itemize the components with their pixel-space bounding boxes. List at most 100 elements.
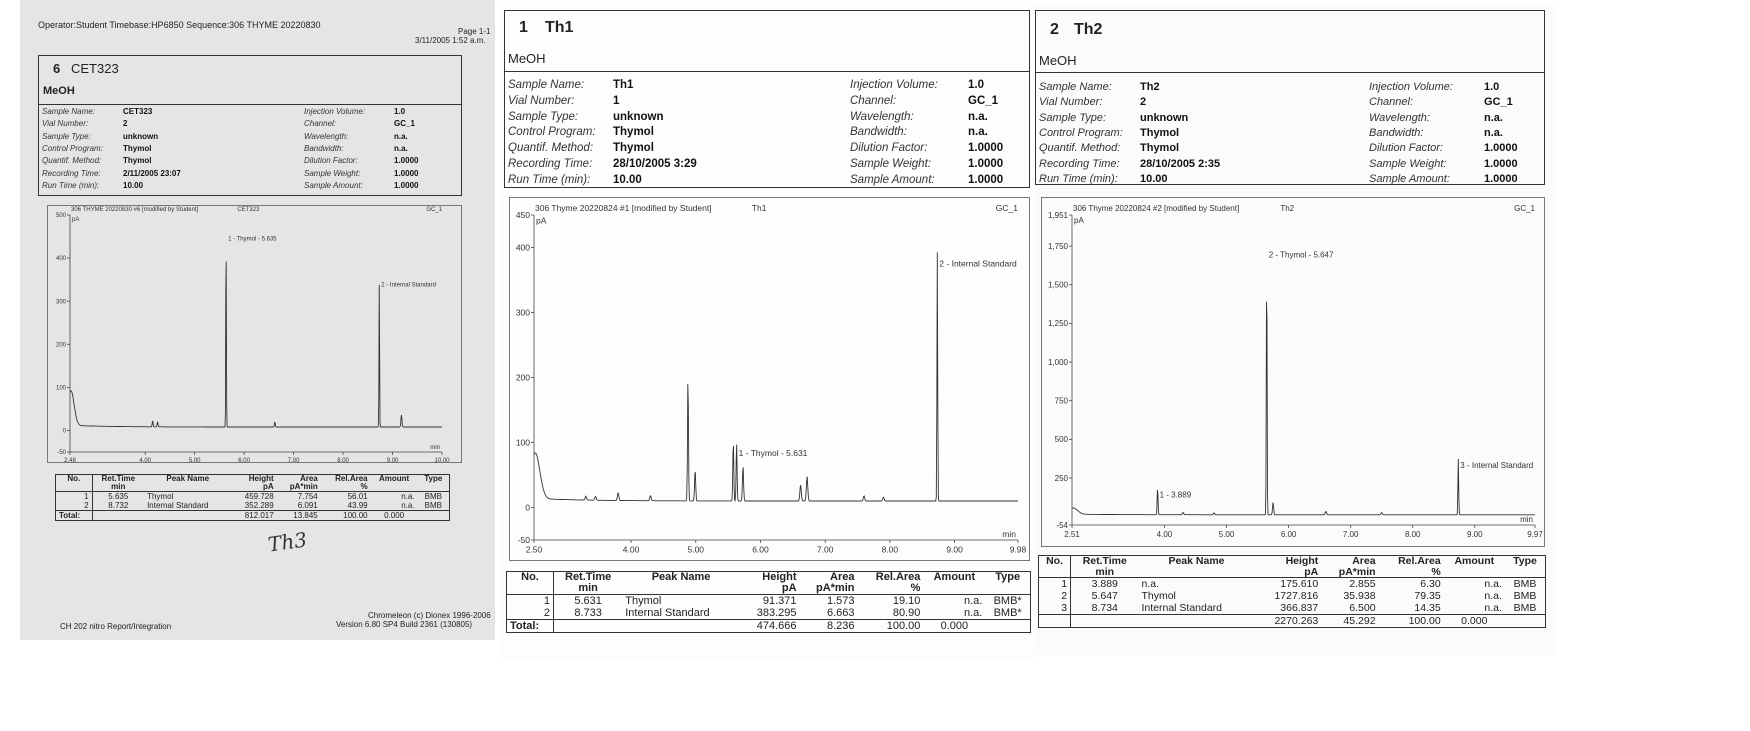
peak-label: 2 - Internal Standard xyxy=(381,283,436,289)
table-cell: 19.10 xyxy=(857,594,924,607)
x-tick-label: 7.00 xyxy=(1343,530,1359,539)
footer-version: Version 6.80 SP4 Build 2361 (130805) xyxy=(336,620,473,629)
y-tick-label: 500 xyxy=(56,213,67,219)
x-tick-label: 9.00 xyxy=(946,545,963,555)
x-unit-label: min xyxy=(430,445,440,451)
table-cell: 35.938 xyxy=(1343,590,1376,602)
y-unit-label: pA xyxy=(72,217,79,223)
table-cell: 1 xyxy=(506,594,555,607)
report-page-th1: 1 Th1 MeOH Sample Name: Th1 Vial Number: 1 S… xyxy=(500,5,1038,660)
table-cell: n.a. xyxy=(1138,577,1255,590)
table-cell: BMB xyxy=(424,501,442,510)
table-total-cell xyxy=(553,619,623,633)
table-cell: 1727.816 xyxy=(1274,590,1319,602)
x-tick-label: 5.00 xyxy=(189,458,201,464)
table-row: 2 8.732 Internal Standard 352.289 6.091 43.99… xyxy=(55,501,450,511)
column-header: Area pA*min xyxy=(1338,555,1376,578)
x-unit-label: min xyxy=(1002,529,1016,539)
y-tick-label: 400 xyxy=(516,242,530,252)
column-header: Peak Name xyxy=(166,474,210,483)
column-header: Type xyxy=(995,571,1021,583)
table-row: 2 8.733 Internal Standard 383.295 6.663 80.90… xyxy=(506,607,1031,620)
signal-trace xyxy=(1071,301,1535,516)
column-header: No. xyxy=(506,571,555,595)
table-total-cell xyxy=(144,510,232,521)
table-cell: 383.295 xyxy=(756,607,797,619)
table-cell: 5.647 xyxy=(1091,590,1118,602)
table-total-cell: 474.666 xyxy=(739,619,800,633)
y-tick-label: -50 xyxy=(57,450,66,456)
results-table: No. Ret.Time min Peak Name Height pA Area pA… xyxy=(506,571,1031,633)
x-tick-label: 9.98 xyxy=(1010,545,1027,555)
footer-copyright: Chromeleon (c) Dionex 1996-2006 xyxy=(368,611,491,620)
signal-trace xyxy=(533,252,1018,502)
peak-label: 3 - Internal Standard xyxy=(1460,461,1533,470)
column-header: Ret.Time min xyxy=(565,571,612,594)
y-tick-label: 0 xyxy=(525,502,530,512)
y-tick-label: 1,250 xyxy=(1048,319,1069,328)
table-total-cell: 0.000 xyxy=(923,619,986,633)
chart-sample-label: Th2 xyxy=(1280,204,1294,213)
table-cell: n.a. xyxy=(923,594,986,607)
table-cell: 8.732 xyxy=(108,501,129,510)
chromatogram-cet323: -50 0 100 200 300 400 500 2.48 4.00 5.00 6.00 7.00 8… xyxy=(56,207,450,464)
y-tick-label: 1,750 xyxy=(1048,242,1069,251)
table-cell: 1 xyxy=(55,491,93,501)
column-header: Height pA xyxy=(762,571,797,594)
column-header: Amount xyxy=(1454,555,1495,567)
y-tick-label: 1,951 xyxy=(1048,211,1069,220)
table-total-cell: 0.000 xyxy=(370,510,418,521)
table-cell: 2 xyxy=(55,501,93,511)
report-page-cet323: Operator:Student Timebase:HP6850 Sequenc… xyxy=(20,0,495,640)
table-total-cell xyxy=(1070,614,1139,628)
results-table: No. Ret.Time min Peak Name Height pA Area pA… xyxy=(55,474,450,521)
table-cell: 366.837 xyxy=(1280,602,1319,614)
y-tick-label: 300 xyxy=(516,307,530,317)
table-total-cell xyxy=(1504,614,1546,628)
x-tick-label: 9.00 xyxy=(387,458,399,464)
chart-channel: GC_1 xyxy=(1514,204,1535,213)
chart-channel: GC_1 xyxy=(426,207,442,213)
column-header: Rel.Area % xyxy=(1398,555,1441,578)
y-tick-label: 450 xyxy=(516,210,530,220)
table-cell: 3 xyxy=(1038,602,1072,615)
x-tick-label: 6.00 xyxy=(752,545,769,555)
chart-title: 306 Thyme 20220824 #1 [modified by Stude… xyxy=(535,203,712,213)
x-tick-label: 5.00 xyxy=(1219,530,1235,539)
table-cell: 8.734 xyxy=(1091,602,1118,614)
x-tick-label: 7.00 xyxy=(288,458,300,464)
table-cell: BMB xyxy=(1504,577,1546,590)
column-header: Rel.Area % xyxy=(335,474,368,491)
column-header: Peak Name xyxy=(1168,555,1225,567)
table-cell: 56.01 xyxy=(320,491,371,501)
table-total-row: 2270.263 45.292 100.00 0.000 xyxy=(1038,614,1546,628)
chart-sample-label: Th1 xyxy=(752,203,767,213)
chart-title: 306 THYME 20220830 #6 [modified by Stude… xyxy=(71,207,199,213)
table-cell: n.a. xyxy=(1484,602,1502,614)
column-header: No. xyxy=(55,474,93,492)
column-header: Amount xyxy=(378,474,410,483)
table-cell: Thymol xyxy=(144,491,232,501)
x-tick-label: 8.00 xyxy=(337,458,349,464)
column-header: Ret.Time min xyxy=(101,474,136,491)
x-tick-label: 9.00 xyxy=(1467,530,1483,539)
table-total-row: Total: 474.666 8.236 100.00 0.000 xyxy=(506,619,1031,633)
y-tick-label: 500 xyxy=(1055,435,1069,444)
table-row: 1 3.889 n.a. 175.610 2.855 6.30 n.a. BMB xyxy=(1038,577,1546,590)
table-cell: 6.500 xyxy=(1349,602,1376,614)
y-tick-label: 200 xyxy=(516,372,530,382)
x-unit-label: min xyxy=(1520,515,1533,524)
table-cell: n.a. xyxy=(1484,590,1502,602)
table-cell: 43.99 xyxy=(347,501,368,510)
table-cell: BMB* xyxy=(985,594,1031,607)
x-tick-label: 6.00 xyxy=(1281,530,1297,539)
results-table: No. Ret.Time min Peak Name Height pA Area pA… xyxy=(1038,555,1546,628)
x-tick-label: 8.00 xyxy=(882,545,899,555)
y-tick-label: 1,000 xyxy=(1048,358,1069,367)
table-cell: 91.371 xyxy=(739,594,800,607)
y-tick-label: 750 xyxy=(1055,396,1069,405)
x-tick-label: 10.00 xyxy=(434,458,450,464)
table-cell: 2 xyxy=(506,607,555,620)
column-header: Height pA xyxy=(248,474,274,491)
table-cell: n.a. xyxy=(370,491,418,501)
